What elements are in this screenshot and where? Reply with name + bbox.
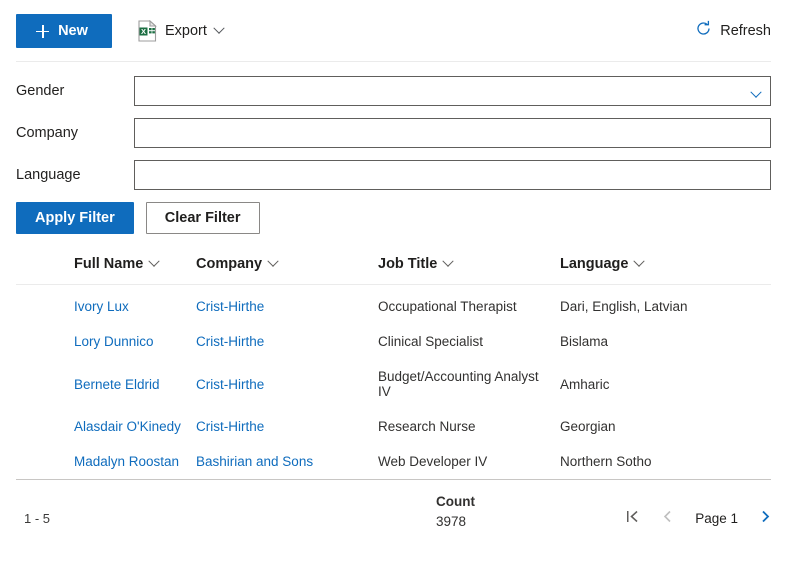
cell-job-title: Research Nurse bbox=[378, 419, 476, 434]
table-header: Full Name Company Job Title Language bbox=[16, 255, 771, 285]
table-row[interactable]: Ivory Lux Crist-Hirthe Occupational Ther… bbox=[16, 285, 771, 325]
table-body: Ivory Lux Crist-Hirthe Occupational Ther… bbox=[16, 285, 771, 480]
chevron-left-icon bbox=[662, 509, 673, 527]
language-label: Language bbox=[16, 167, 81, 183]
refresh-icon bbox=[695, 20, 712, 42]
column-header-company[interactable]: Company bbox=[196, 255, 378, 285]
chevron-right-icon bbox=[760, 509, 771, 527]
cell-company[interactable]: Crist-Hirthe bbox=[196, 409, 378, 444]
excel-file-icon: X bbox=[138, 19, 157, 42]
new-button-label: New bbox=[58, 23, 88, 39]
cell-job-title: Web Developer IV bbox=[378, 454, 488, 469]
cell-company[interactable]: Crist-Hirthe bbox=[196, 285, 378, 325]
toolbar: New X Export Refresh bbox=[0, 0, 787, 62]
cell-full-name[interactable]: Lory Dunnico bbox=[16, 324, 196, 359]
column-label: Language bbox=[560, 256, 629, 272]
filter-row-language: Language bbox=[16, 160, 771, 190]
gender-label: Gender bbox=[16, 83, 65, 99]
cell-company[interactable]: Bashirian and Sons bbox=[196, 444, 378, 479]
data-table: Full Name Company Job Title Language Ivo… bbox=[0, 255, 787, 480]
filter-row-company: Company bbox=[16, 118, 771, 148]
language-control bbox=[134, 160, 771, 190]
column-header-job-title[interactable]: Job Title bbox=[378, 255, 560, 285]
column-label: Company bbox=[196, 256, 263, 272]
column-header-full-name[interactable]: Full Name bbox=[16, 255, 196, 285]
gender-control bbox=[134, 76, 771, 106]
next-page-button[interactable] bbox=[760, 509, 771, 527]
filter-actions: Apply Filter Clear Filter bbox=[16, 202, 771, 234]
table-row[interactable]: Madalyn Roostan Bashirian and Sons Web D… bbox=[16, 444, 771, 479]
company-label: Company bbox=[16, 125, 79, 141]
table-row[interactable]: Bernete Eldrid Crist-Hirthe Budget/Accou… bbox=[16, 359, 771, 409]
export-button[interactable]: X Export bbox=[138, 19, 225, 42]
chevron-down-icon bbox=[213, 22, 225, 34]
chevron-down-icon bbox=[633, 255, 646, 267]
cell-company[interactable]: Crist-Hirthe bbox=[196, 359, 378, 409]
company-input[interactable] bbox=[134, 118, 771, 148]
plus-icon bbox=[36, 24, 50, 38]
chevron-down-icon bbox=[267, 255, 279, 267]
svg-text:X: X bbox=[141, 27, 146, 36]
first-page-button[interactable] bbox=[626, 509, 640, 527]
chevron-down-icon bbox=[148, 255, 160, 267]
cell-company[interactable]: Crist-Hirthe bbox=[196, 324, 378, 359]
clear-filter-button[interactable]: Clear Filter bbox=[145, 202, 260, 234]
cell-language: Northern Sotho bbox=[560, 454, 652, 469]
cell-job-title: Budget/Accounting Analyst IV bbox=[378, 369, 539, 399]
cell-job-title: Clinical Specialist bbox=[378, 334, 484, 349]
column-header-language[interactable]: Language bbox=[560, 255, 771, 285]
cell-language: Amharic bbox=[560, 376, 610, 392]
cell-job-title: Occupational Therapist bbox=[378, 299, 517, 314]
cell-language: Georgian bbox=[560, 419, 616, 434]
new-button[interactable]: New bbox=[16, 14, 112, 48]
cell-language: Bislama bbox=[560, 334, 609, 349]
refresh-button[interactable]: Refresh bbox=[695, 20, 771, 42]
cell-language: Dari, English, Latvian bbox=[560, 299, 688, 314]
page-label: Page 1 bbox=[695, 510, 738, 526]
column-label: Job Title bbox=[378, 256, 438, 272]
table-row[interactable]: Alasdair O'Kinedy Crist-Hirthe Research … bbox=[16, 409, 771, 444]
gender-select[interactable] bbox=[134, 76, 771, 106]
filter-form: Gender Company Language Apply Filter Cle… bbox=[0, 62, 787, 234]
range-indicator: 1 - 5 bbox=[24, 510, 51, 526]
cell-full-name[interactable]: Alasdair O'Kinedy bbox=[16, 409, 196, 444]
table-row[interactable]: Lory Dunnico Crist-Hirthe Clinical Speci… bbox=[16, 324, 771, 359]
pagination-bar: 1 - 5 Page 1 bbox=[0, 502, 787, 534]
previous-page-button[interactable] bbox=[662, 509, 673, 527]
column-label: Full Name bbox=[74, 256, 144, 272]
cell-full-name[interactable]: Ivory Lux bbox=[16, 285, 196, 325]
apply-filter-button[interactable]: Apply Filter bbox=[16, 202, 134, 234]
cell-full-name[interactable]: Bernete Eldrid bbox=[16, 359, 196, 409]
pagination-controls: Page 1 bbox=[626, 509, 771, 527]
cell-full-name[interactable]: Madalyn Roostan bbox=[16, 444, 196, 479]
language-input[interactable] bbox=[134, 160, 771, 190]
first-page-icon bbox=[626, 509, 640, 527]
export-label: Export bbox=[165, 23, 207, 39]
refresh-label: Refresh bbox=[720, 23, 771, 39]
chevron-down-icon bbox=[442, 255, 455, 267]
filter-row-gender: Gender bbox=[16, 76, 771, 106]
company-control bbox=[134, 118, 771, 148]
toolbar-divider bbox=[16, 61, 771, 62]
